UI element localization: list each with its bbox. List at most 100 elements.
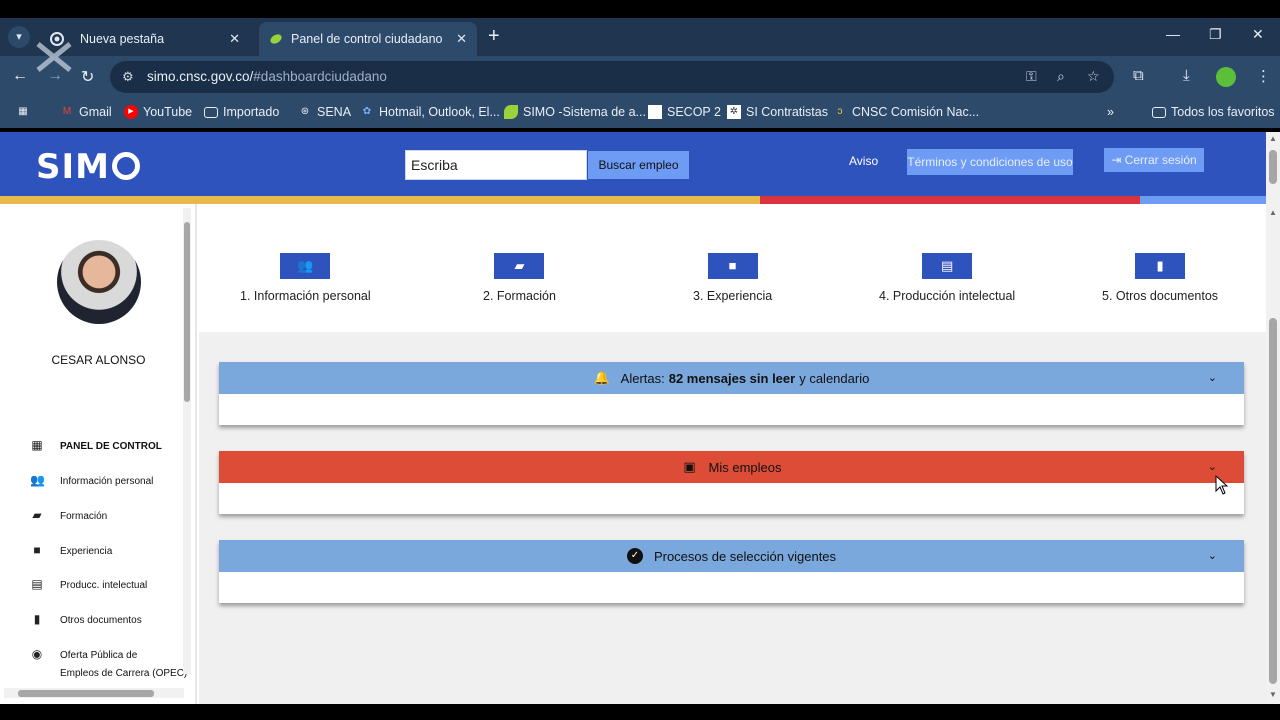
dashboard-content: 🔔 Alertas: 82 mensajes sin leer y calend… [199, 332, 1266, 704]
page-scroll-thumb[interactable] [1269, 318, 1277, 684]
sena-icon: ⊛ [300, 106, 310, 117]
color-bar-red [760, 196, 1140, 204]
page-scrollbar[interactable]: ▲ ▲ ▼ [1266, 132, 1280, 704]
bookmark-secop[interactable]: SECOP 2 [648, 105, 721, 119]
address-bar[interactable]: ⚙ simo.cnsc.gov.co/#dashboardciudadano ⚿… [110, 61, 1114, 93]
url-text: simo.cnsc.gov.co/#dashboardciudadano [147, 69, 387, 84]
processes-panel-body [219, 572, 1244, 603]
bookmark-gmail[interactable]: M Gmail [60, 105, 112, 119]
step-produccion-intelectual[interactable]: ▤ 4. Producción intelectual [879, 253, 1015, 303]
profile-avatar[interactable] [1216, 67, 1236, 87]
folder-icon [204, 106, 218, 118]
globe-icon: ◉ [31, 647, 43, 661]
bookmark-star-icon[interactable]: ☆ [1087, 68, 1100, 85]
minimize-icon[interactable]: — [1166, 26, 1180, 42]
sidebar: CESAR ALONSO ▦ PANEL DE CONTROL 👥 Informac… [0, 204, 197, 704]
logout-button[interactable]: ⇥ Cerrar sesión [1104, 148, 1204, 172]
bookmark-sena[interactable]: ⊛ SENA [298, 105, 351, 119]
jobs-panel-header[interactable]: ▣ Mis empleos ⌄ [219, 451, 1244, 483]
site-header: SIM Escriba Buscar empleo Aviso Términos… [0, 132, 1266, 196]
people-icon: 👥 [280, 253, 331, 279]
sidebar-item-formacion[interactable]: ▰ Formación [30, 508, 107, 526]
sicontratistas-icon: ✲ [727, 105, 741, 119]
new-tab-button[interactable]: + [488, 26, 500, 46]
jobs-panel: ▣ Mis empleos ⌄ [219, 451, 1244, 514]
sidebar-h-scroll-thumb[interactable] [18, 690, 154, 697]
book-icon: ▰ [32, 508, 42, 522]
bookmark-hotmail[interactable]: ✿ Hotmail, Outlook, El... [360, 105, 500, 119]
back-icon[interactable]: ← [12, 67, 28, 85]
bookmarks-overflow-icon[interactable]: » [1107, 105, 1114, 119]
extensions-icon[interactable]: ⧉ [1133, 67, 1144, 84]
all-bookmarks[interactable]: Todos los favoritos [1152, 105, 1275, 119]
password-key-icon[interactable]: ⚿ [1026, 68, 1037, 85]
close-icon[interactable]: ✕ [229, 31, 240, 47]
aviso-link[interactable]: Aviso [849, 154, 878, 168]
processes-panel: ✓ Procesos de selección vigentes ⌄ [219, 540, 1244, 603]
sidebar-scroll-thumb[interactable] [184, 222, 190, 402]
step-informacion-personal[interactable]: 👥 1. Información personal [240, 253, 371, 303]
sidebar-item-produccion[interactable]: ▤ Producc. intelectual [30, 577, 147, 595]
bookmark-sicontratistas[interactable]: ✲ SI Contratistas [727, 105, 828, 119]
restore-icon[interactable]: ❐ [1209, 26, 1222, 43]
reload-icon[interactable]: ↻ [81, 67, 94, 87]
people-icon: 👥 [30, 473, 45, 487]
close-icon[interactable]: ✕ [456, 31, 467, 47]
scroll-down-icon[interactable]: ▼ [1269, 690, 1277, 699]
bell-icon: 🔔 [593, 370, 610, 385]
tab-panel-control[interactable]: Panel de control ciudadano ✕ [259, 22, 477, 56]
bookmark-simo[interactable]: SIMO -Sistema de a... [504, 105, 646, 119]
browser-tab-bar: ▾ Nueva pestaña ✕ Panel de control ciuda… [0, 18, 1280, 56]
check-circle-icon: ✓ [626, 548, 643, 564]
close-window-icon[interactable]: ✕ [1252, 26, 1264, 43]
page-scroll-thumb-top[interactable] [1269, 150, 1277, 184]
simo-logo[interactable]: SIM [36, 150, 140, 184]
capcut-watermark-icon [36, 42, 72, 72]
bookmark-youtube[interactable]: ▶ YouTube [124, 105, 192, 119]
screen: ▾ Nueva pestaña ✕ Panel de control ciuda… [0, 0, 1280, 720]
step-otros-documentos[interactable]: ▮ 5. Otros documentos [1102, 253, 1218, 303]
cnsc-icon: ↄ [837, 106, 843, 117]
alerts-panel-header[interactable]: 🔔 Alertas: 82 mensajes sin leer y calend… [219, 362, 1244, 394]
secop-icon [648, 105, 662, 119]
newspaper-icon: ▤ [31, 577, 43, 591]
sidebar-item-informacion-personal[interactable]: 👥 Información personal [30, 473, 153, 491]
scroll-up-icon[interactable]: ▲ [1269, 134, 1277, 143]
browser-toolbar: ← → ↻ ⚙ simo.cnsc.gov.co/#dashboardciuda… [0, 56, 1280, 98]
sidebar-item-panel-control[interactable]: ▦ PANEL DE CONTROL [30, 438, 162, 456]
document-icon: ▮ [1135, 253, 1186, 279]
chevron-down-icon[interactable]: ⌄ [1208, 371, 1217, 384]
sidebar-item-opec[interactable]: ◉ Oferta Pública de Empleos de Carrera (OP… [30, 647, 188, 683]
id-badge-icon: ▣ [683, 459, 696, 474]
scroll-up-icon[interactable]: ▲ [1269, 208, 1277, 217]
site-settings-icon[interactable]: ⚙ [122, 69, 134, 85]
logout-icon: ⇥ [1111, 153, 1125, 167]
chevron-down-icon[interactable]: ⌄ [1208, 549, 1217, 562]
color-bar-blue [1140, 196, 1266, 204]
bookmark-importado[interactable]: Importado [204, 105, 279, 119]
step-experiencia[interactable]: ■ 3. Experiencia [693, 253, 772, 303]
sidebar-item-otros-documentos[interactable]: ▮ Otros documentos [30, 612, 142, 630]
alerts-panel: 🔔 Alertas: 82 mensajes sin leer y calend… [219, 362, 1244, 425]
page-viewport: SIM Escriba Buscar empleo Aviso Términos… [0, 132, 1280, 704]
zoom-icon[interactable]: ⌕ [1057, 68, 1065, 85]
download-icon[interactable]: ⤓ [1183, 67, 1190, 84]
more-menu-icon[interactable]: ⋮ [1256, 67, 1271, 85]
search-input[interactable]: Escriba [405, 150, 587, 180]
sidebar-item-experiencia[interactable]: ■ Experiencia [30, 543, 112, 561]
avatar [57, 240, 141, 324]
mouse-cursor-icon [1215, 475, 1229, 495]
chevron-down-icon[interactable]: ⌄ [1208, 460, 1217, 473]
book-icon: ▰ [494, 253, 545, 279]
apps-icon[interactable]: ▦ [16, 105, 30, 119]
tab-title: Nueva pestaña [80, 32, 165, 46]
dashboard-icon: ▦ [31, 438, 43, 452]
tab-search-button[interactable]: ▾ [8, 26, 30, 48]
step-formacion[interactable]: ▰ 2. Formación [483, 253, 556, 303]
bookmark-cnsc[interactable]: ↄ CNSC Comisión Nac... [833, 105, 980, 119]
search-job-button[interactable]: Buscar empleo [588, 151, 689, 179]
briefcase-icon: ■ [707, 253, 758, 279]
terms-button[interactable]: Términos y condiciones de uso [907, 149, 1073, 175]
processes-panel-header[interactable]: ✓ Procesos de selección vigentes ⌄ [219, 540, 1244, 572]
profile-steps: 👥 1. Información personal ▰ 2. Formación ■… [199, 204, 1266, 332]
